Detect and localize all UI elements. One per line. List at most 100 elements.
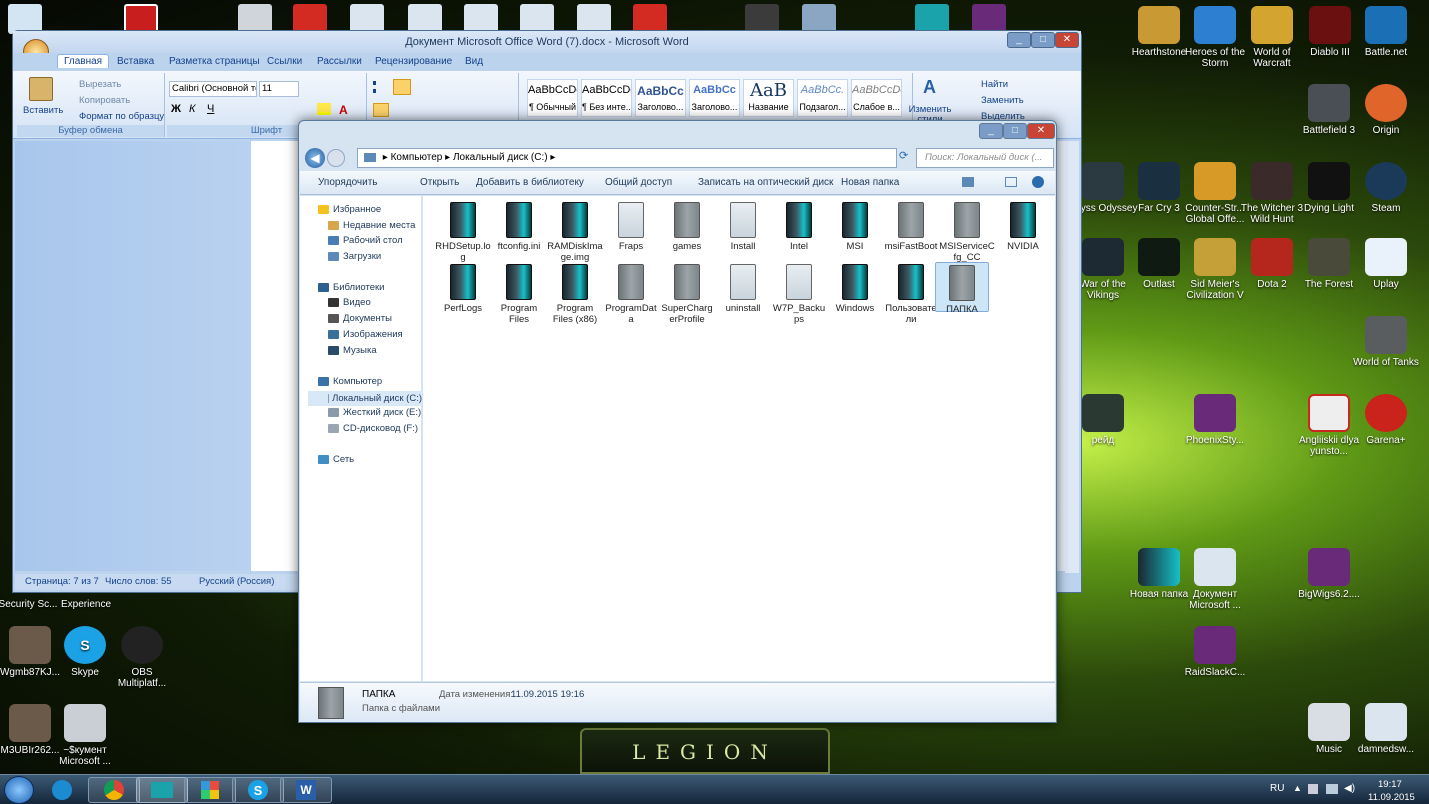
folder-item[interactable]: NVIDIA <box>995 202 1051 252</box>
organize-button[interactable]: Упорядочить <box>318 177 378 188</box>
close-button[interactable]: ✕ <box>1027 123 1055 139</box>
network-icon[interactable] <box>1326 784 1338 794</box>
nav-drive-c[interactable]: Локальный диск (C:) <box>308 391 422 406</box>
font-color-icon[interactable]: A <box>339 103 348 117</box>
folder-item[interactable]: Windows <box>827 264 883 314</box>
align-left-icon[interactable] <box>373 103 389 117</box>
language-status[interactable]: Русский (Россия) <box>199 574 274 590</box>
paste-icon[interactable] <box>29 77 53 101</box>
nav-computer[interactable]: Компьютер <box>318 376 382 387</box>
explorer-window[interactable]: _ □ ✕ ◀ ▸ Компьютер ▸ Локальный диск (C:… <box>298 120 1057 723</box>
font-size-select[interactable]: 11 <box>259 81 299 97</box>
taskbar-skype[interactable]: S <box>232 777 284 803</box>
folder-item[interactable]: Intel <box>771 202 827 252</box>
style-subtle-emphasis[interactable]: AaBbCcDc Слабое в... <box>851 79 902 117</box>
paste-button[interactable]: Вставить <box>23 105 63 116</box>
nav-favorites[interactable]: Избранное <box>318 204 381 215</box>
nav-documents[interactable]: Документы <box>328 313 392 324</box>
file-item[interactable]: RAMDiskImage.img <box>547 202 603 263</box>
share-button[interactable]: Общий доступ <box>605 177 672 188</box>
numbering-icon[interactable] <box>393 79 411 95</box>
replace-button[interactable]: Заменить <box>981 95 1024 106</box>
refresh-icon[interactable]: ⟳ <box>899 149 913 167</box>
open-button[interactable]: Открыть <box>420 177 459 188</box>
minimize-button[interactable]: _ <box>1007 32 1031 48</box>
desktop-icon-battlenet[interactable]: Battle.net <box>1350 6 1422 58</box>
desktop-icon-tempdoc[interactable]: ~$кумент Microsoft ... <box>49 704 121 767</box>
word-count[interactable]: Число слов: 55 <box>105 574 172 590</box>
nav-video[interactable]: Видео <box>328 297 371 308</box>
nav-music[interactable]: Музыка <box>328 345 377 356</box>
clock-date[interactable]: 11.09.2015 <box>1368 792 1415 803</box>
nav-pictures[interactable]: Изображения <box>328 329 403 340</box>
find-button[interactable]: Найти <box>981 79 1008 90</box>
tab-references[interactable]: Ссылки <box>261 55 308 68</box>
new-folder-button[interactable]: Новая папка <box>841 177 899 188</box>
nav-network[interactable]: Сеть <box>318 454 354 465</box>
taskbar-media-player[interactable] <box>40 777 84 803</box>
desktop-icon-garena[interactable]: Garena+ <box>1350 394 1422 446</box>
start-button[interactable] <box>4 776 34 804</box>
cut-button[interactable]: Вырезать <box>79 79 121 90</box>
word-titlebar[interactable]: Документ Microsoft Office Word (7).docx … <box>13 31 1081 53</box>
file-item[interactable]: ftconfig.ini <box>491 202 547 252</box>
desktop-icon-wot[interactable]: World of Tanks <box>1350 316 1422 368</box>
taskbar-word[interactable]: W <box>280 777 332 803</box>
desktop-icon-raidslack[interactable]: RaidSlackC... <box>1179 626 1251 678</box>
style-heading2[interactable]: AaBbCc Заголово... <box>689 79 740 117</box>
folder-item[interactable]: Fraps <box>603 202 659 252</box>
style-subtitle[interactable]: AaBbCc. Подзагол... <box>797 79 848 117</box>
font-name-select[interactable]: Calibri (Основной те <box>169 81 257 97</box>
add-to-library-button[interactable]: Добавить в библиотеку <box>476 177 584 188</box>
desktop-icon-uplay[interactable]: Uplay <box>1350 238 1422 290</box>
flag-icon[interactable] <box>1308 784 1318 794</box>
nav-drive-e[interactable]: Жесткий диск (E:) <box>328 407 421 418</box>
tab-mailings[interactable]: Рассылки <box>311 55 368 68</box>
style-no-spacing[interactable]: AaBbCcDc ¶ Без инте... <box>581 79 632 117</box>
help-icon[interactable] <box>1032 176 1044 188</box>
folder-item[interactable]: Program Files (x86) <box>547 264 603 325</box>
highlight-color-icon[interactable] <box>317 103 331 115</box>
style-normal[interactable]: AaBbCcDc ¶ Обычный <box>527 79 578 117</box>
back-button[interactable]: ◀ <box>305 148 325 168</box>
tab-insert[interactable]: Вставка <box>111 55 160 68</box>
forward-button[interactable] <box>327 149 345 167</box>
taskbar-explorer[interactable] <box>136 777 188 803</box>
breadcrumb-computer[interactable]: Компьютер <box>391 152 443 163</box>
desktop-icon-experience[interactable]: Experience <box>50 596 122 610</box>
view-icon[interactable] <box>962 177 974 187</box>
style-title[interactable]: AaB Название <box>743 79 794 117</box>
folder-item-selected[interactable]: ПАПКА <box>935 262 989 315</box>
desktop-icon-bigwigs[interactable]: BigWigs6.2.... <box>1293 548 1365 600</box>
italic-button[interactable]: К <box>189 103 195 115</box>
change-styles-icon[interactable]: A <box>923 77 936 98</box>
folder-item[interactable]: SuperChargerProfile <box>659 264 715 325</box>
underline-button[interactable]: Ч <box>207 103 214 115</box>
search-input[interactable]: Поиск: Локальный диск (... <box>916 148 1054 168</box>
folder-item[interactable]: W7P_Backups <box>771 264 827 325</box>
folder-item[interactable]: msiFastBoot <box>883 202 939 252</box>
taskbar-app[interactable] <box>184 777 236 803</box>
folder-item[interactable]: MSIServiceCfg_CC <box>939 202 995 263</box>
folder-item[interactable]: PerfLogs <box>435 264 491 314</box>
tab-review[interactable]: Рецензирование <box>369 55 458 68</box>
folder-item[interactable]: ProgramData <box>603 264 659 325</box>
folder-item[interactable]: Пользователи <box>883 264 939 325</box>
bullets-icon[interactable] <box>373 81 387 93</box>
vertical-scrollbar[interactable] <box>1065 141 1079 573</box>
desktop-icon-phoenix[interactable]: PhoenixSty... <box>1179 394 1251 446</box>
taskbar-chrome[interactable] <box>88 777 140 803</box>
file-item[interactable]: RHDSetup.log <box>435 202 491 263</box>
tray-arrow-icon[interactable]: ▲ <box>1293 783 1302 793</box>
folder-item[interactable]: Install <box>715 202 771 252</box>
nav-libraries[interactable]: Библиотеки <box>318 282 384 293</box>
nav-desktop[interactable]: Рабочий стол <box>328 235 403 246</box>
tab-view[interactable]: Вид <box>459 55 489 68</box>
breadcrumb-drive-c[interactable]: Локальный диск (C:) <box>453 152 548 163</box>
maximize-button[interactable]: □ <box>1031 32 1055 48</box>
folder-item[interactable]: uninstall <box>715 264 771 314</box>
desktop-icon-obs[interactable]: OBS Multiplatf... <box>106 626 178 689</box>
copy-button[interactable]: Копировать <box>79 95 130 106</box>
address-bar[interactable]: ▸ Компьютер ▸ Локальный диск (C:) ▸ <box>357 148 897 168</box>
nav-recent[interactable]: Недавние места <box>328 220 415 231</box>
